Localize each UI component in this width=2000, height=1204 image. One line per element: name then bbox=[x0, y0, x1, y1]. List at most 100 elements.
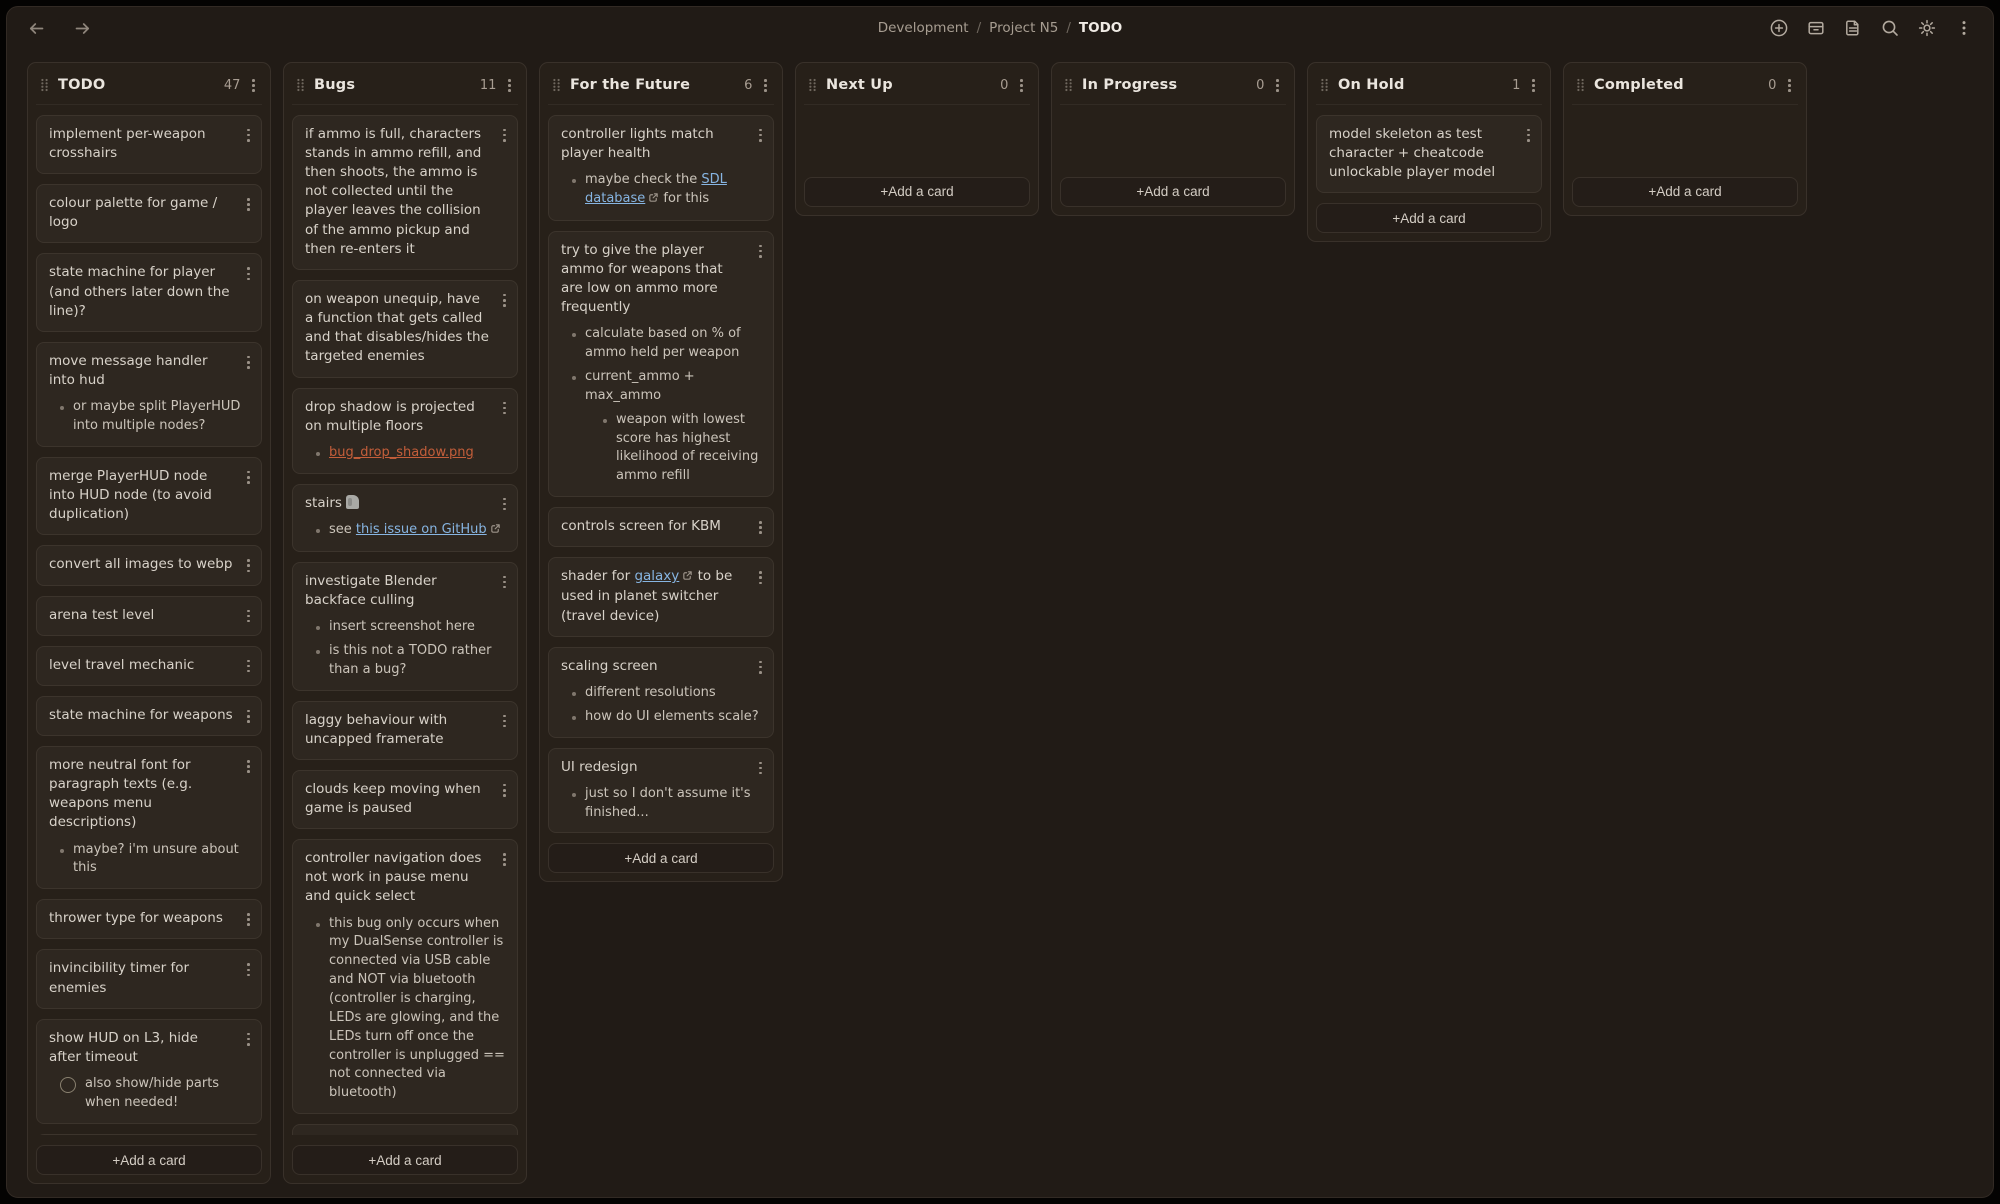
card[interactable]: shader for galaxy to be used in planet s… bbox=[548, 557, 774, 636]
card-menu-icon[interactable] bbox=[244, 757, 253, 776]
card[interactable]: merge PlayerHUD node into HUD node (to a… bbox=[36, 457, 262, 535]
gear-icon[interactable] bbox=[1916, 17, 1938, 39]
add-card-button[interactable]: +Add a card bbox=[1572, 177, 1798, 207]
card-menu-icon[interactable] bbox=[500, 850, 509, 869]
card-link[interactable]: galaxy bbox=[634, 568, 679, 584]
card-menu-icon[interactable] bbox=[500, 781, 509, 800]
card[interactable]: more neutral font for paragraph texts (e… bbox=[36, 746, 262, 889]
add-card-button[interactable]: +Add a card bbox=[1060, 177, 1286, 207]
card[interactable]: laggy behaviour with uncapped framerate bbox=[292, 701, 518, 760]
plus-circle-icon[interactable] bbox=[1768, 17, 1790, 39]
card-title: move message handler into hud bbox=[49, 352, 249, 390]
card-bullets: insert screenshot hereis this not a TODO… bbox=[305, 618, 505, 680]
card[interactable]: investigate Blender backface cullinginse… bbox=[292, 562, 518, 691]
card[interactable]: state machine for player (and others lat… bbox=[36, 253, 262, 331]
forward-arrow-icon[interactable] bbox=[71, 17, 93, 39]
card[interactable]: hide SubViewport environment for item pr… bbox=[36, 1134, 262, 1135]
card-menu-icon[interactable] bbox=[244, 910, 253, 929]
card[interactable]: level travel mechanic bbox=[36, 646, 262, 686]
column-menu-icon[interactable] bbox=[1017, 76, 1026, 95]
card[interactable]: UI redesignjust so I don't assume it's f… bbox=[548, 748, 774, 834]
kebab-menu-icon[interactable] bbox=[1953, 17, 1975, 39]
empty-drop-zone bbox=[1572, 115, 1798, 167]
add-card-button[interactable]: +Add a card bbox=[548, 843, 774, 873]
card-menu-icon[interactable] bbox=[244, 707, 253, 726]
drag-handle-icon[interactable] bbox=[808, 78, 817, 92]
card[interactable]: stairssee this issue on GitHub bbox=[292, 484, 518, 552]
card[interactable]: invincibility timer for enemies bbox=[36, 949, 262, 1008]
circle-checkbox[interactable] bbox=[60, 1077, 76, 1093]
card[interactable]: on weapon unequip, have a function that … bbox=[292, 280, 518, 378]
card-menu-icon[interactable] bbox=[756, 658, 765, 677]
card-menu-icon[interactable] bbox=[244, 1030, 253, 1049]
document-icon[interactable] bbox=[1842, 17, 1864, 39]
card-menu-icon[interactable] bbox=[244, 353, 253, 372]
card-menu-icon[interactable] bbox=[244, 607, 253, 626]
card-menu-icon[interactable] bbox=[244, 195, 253, 214]
card[interactable]: convert all images to webp bbox=[36, 545, 262, 585]
drag-handle-icon[interactable] bbox=[1320, 78, 1329, 92]
breadcrumb-separator: / bbox=[1066, 20, 1071, 36]
add-card-button[interactable]: +Add a card bbox=[292, 1145, 518, 1175]
card[interactable]: clouds keep moving when game is paused bbox=[292, 770, 518, 829]
card[interactable]: try to give the player ammo for weapons … bbox=[548, 231, 774, 497]
card[interactable]: move message handler into hudor maybe sp… bbox=[36, 342, 262, 447]
add-card-button[interactable]: +Add a card bbox=[804, 177, 1030, 207]
column-menu-icon[interactable] bbox=[1273, 76, 1282, 95]
column-menu-icon[interactable] bbox=[505, 76, 514, 95]
card-menu-icon[interactable] bbox=[244, 556, 253, 575]
card-menu-icon[interactable] bbox=[500, 495, 509, 514]
add-card-label: +Add a card bbox=[1392, 211, 1465, 226]
card-menu-icon[interactable] bbox=[244, 960, 253, 979]
card-menu-icon[interactable] bbox=[756, 126, 765, 145]
card[interactable]: if ammo is full, characters stands in am… bbox=[292, 115, 518, 270]
card-menu-icon[interactable] bbox=[500, 291, 509, 310]
card[interactable]: scaling screendifferent resolutionshow d… bbox=[548, 647, 774, 738]
card-link[interactable]: this issue on GitHub bbox=[356, 522, 487, 537]
drag-handle-icon[interactable] bbox=[1576, 78, 1585, 92]
card-title: colour palette for game / logo bbox=[49, 194, 249, 232]
card-text: for this bbox=[659, 191, 709, 206]
add-card-button[interactable]: +Add a card bbox=[1316, 203, 1542, 233]
card-link[interactable]: bug_drop_shadow.png bbox=[329, 445, 474, 460]
card-menu-icon[interactable] bbox=[500, 399, 509, 418]
card-menu-icon[interactable] bbox=[244, 468, 253, 487]
search-icon[interactable] bbox=[1879, 17, 1901, 39]
card-menu-icon[interactable] bbox=[244, 264, 253, 283]
column-menu-icon[interactable] bbox=[249, 76, 258, 95]
drag-handle-icon[interactable] bbox=[1064, 78, 1073, 92]
card-menu-icon[interactable] bbox=[500, 126, 509, 145]
card[interactable]: colour palette for game / logo bbox=[36, 184, 262, 243]
card-menu-icon[interactable] bbox=[756, 242, 765, 261]
card-menu-icon[interactable] bbox=[756, 568, 765, 587]
archive-icon[interactable] bbox=[1805, 17, 1827, 39]
card[interactable]: targetting an enemy through a wall shoul… bbox=[292, 1124, 518, 1135]
column-menu-icon[interactable] bbox=[1785, 76, 1794, 95]
card-menu-icon[interactable] bbox=[244, 126, 253, 145]
column-menu-icon[interactable] bbox=[1529, 76, 1538, 95]
card-menu-icon[interactable] bbox=[500, 712, 509, 731]
card[interactable]: model skeleton as test character + cheat… bbox=[1316, 115, 1542, 193]
card[interactable]: drop shadow is projected on multiple flo… bbox=[292, 388, 518, 474]
card-menu-icon[interactable] bbox=[756, 759, 765, 778]
card[interactable]: state machine for weapons bbox=[36, 696, 262, 736]
card[interactable]: controller lights match player healthmay… bbox=[548, 115, 774, 221]
breadcrumb-item-project[interactable]: Project N5 bbox=[989, 20, 1058, 36]
card[interactable]: controls screen for KBM bbox=[548, 507, 774, 547]
card-menu-icon[interactable] bbox=[756, 518, 765, 537]
card[interactable]: implement per-weapon crosshairs bbox=[36, 115, 262, 174]
back-arrow-icon[interactable] bbox=[25, 17, 47, 39]
card[interactable]: arena test level bbox=[36, 596, 262, 636]
drag-handle-icon[interactable] bbox=[296, 78, 305, 92]
drag-handle-icon[interactable] bbox=[40, 78, 49, 92]
card[interactable]: controller navigation does not work in p… bbox=[292, 839, 518, 1114]
breadcrumb-item-workspace[interactable]: Development bbox=[878, 20, 969, 36]
card-menu-icon[interactable] bbox=[1524, 126, 1533, 145]
card[interactable]: thrower type for weapons bbox=[36, 899, 262, 939]
card[interactable]: show HUD on L3, hide after timeoutalso s… bbox=[36, 1019, 262, 1124]
drag-handle-icon[interactable] bbox=[552, 78, 561, 92]
column-menu-icon[interactable] bbox=[761, 76, 770, 95]
card-menu-icon[interactable] bbox=[500, 573, 509, 592]
card-menu-icon[interactable] bbox=[244, 657, 253, 676]
add-card-button[interactable]: +Add a card bbox=[36, 1145, 262, 1175]
